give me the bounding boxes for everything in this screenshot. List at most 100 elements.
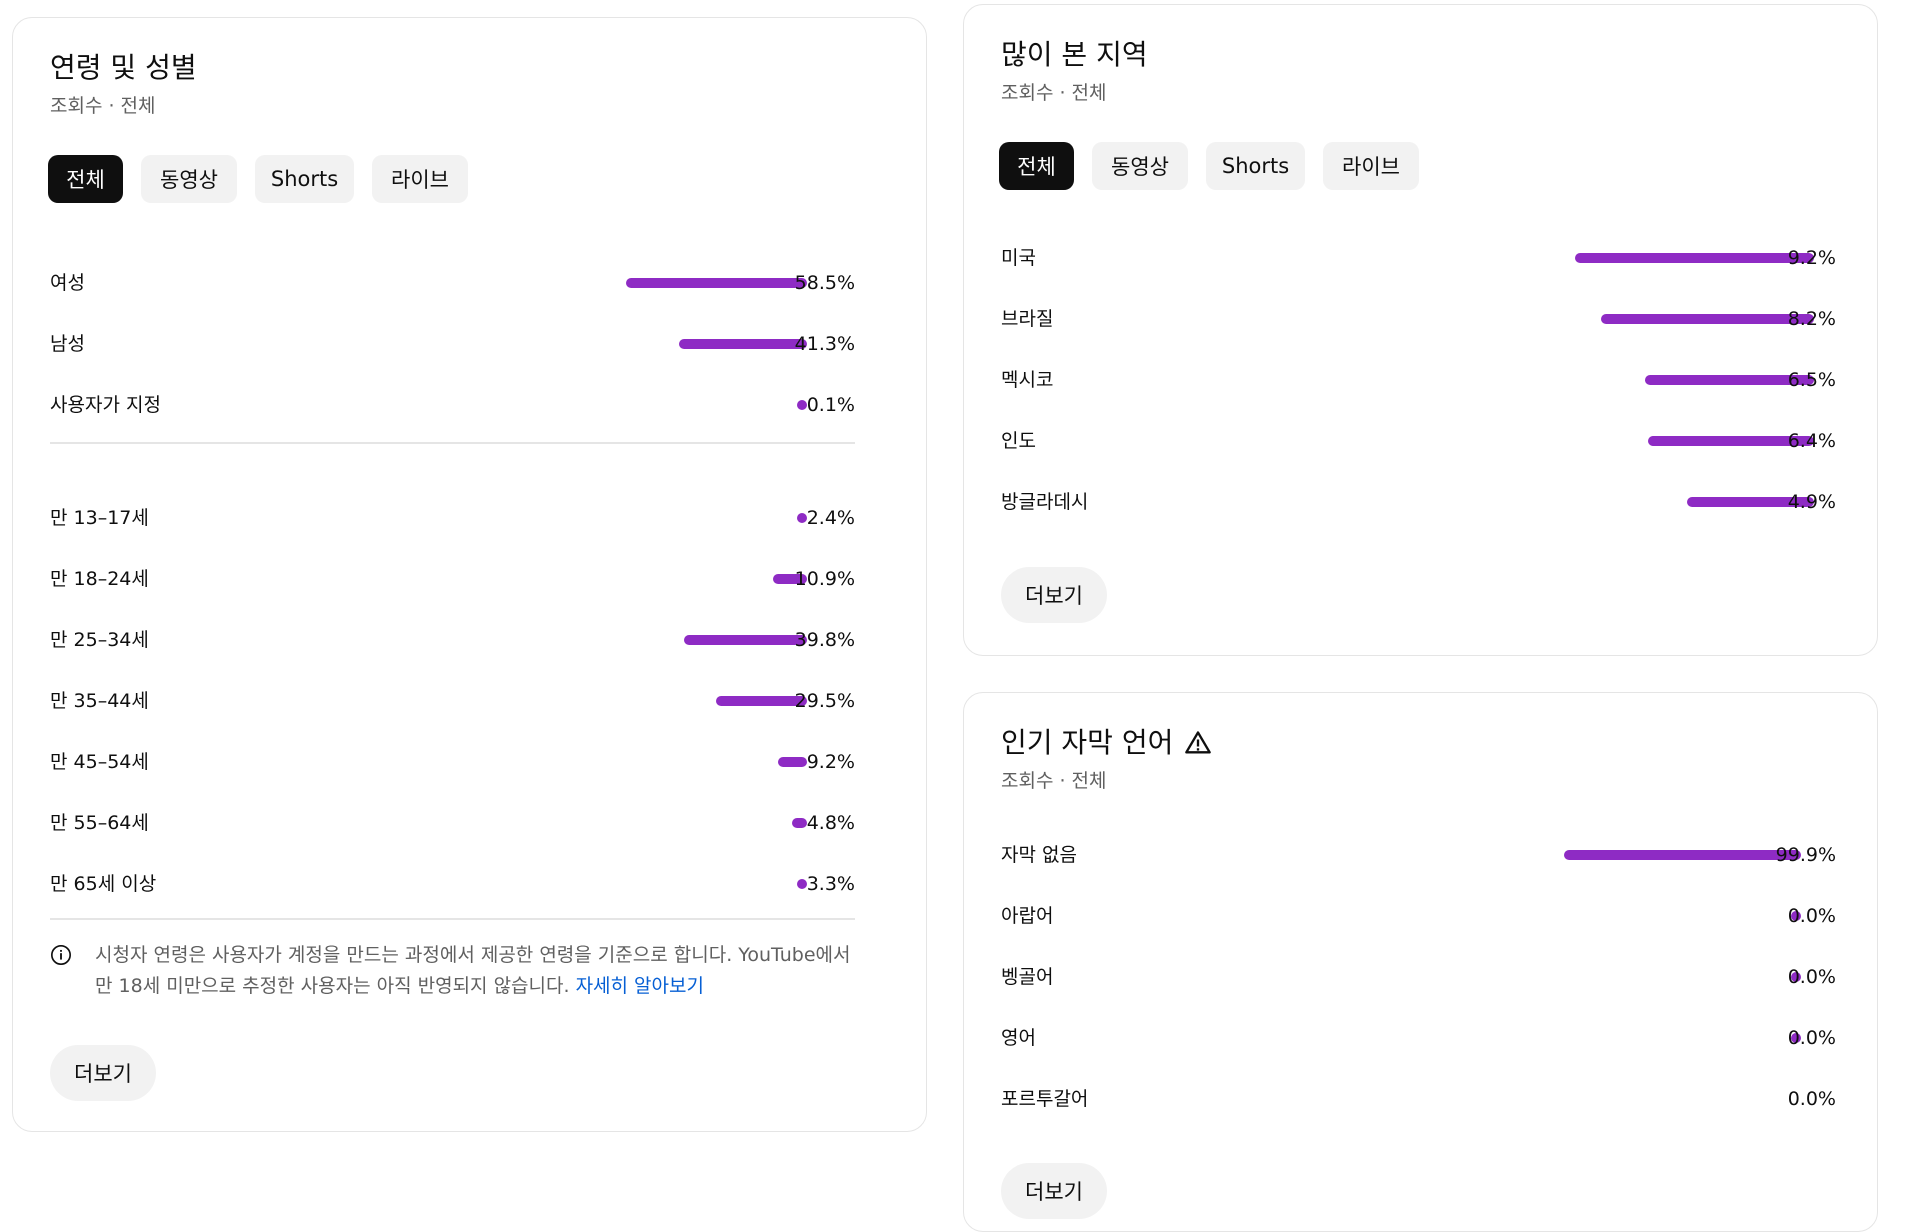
age-gender-more-button[interactable]: 더보기	[50, 1045, 156, 1101]
bar-row: 영어 0.0%	[1001, 1023, 1836, 1053]
bar-row: 만 35–44세 29.5%	[50, 686, 855, 716]
row-label: 만 35–44세	[50, 690, 149, 712]
row-label: 사용자가 지정	[50, 394, 161, 416]
chip-videos[interactable]: 동영상	[141, 155, 237, 203]
row-value: 9.2%	[806, 751, 855, 773]
row-value: 8.2%	[1787, 308, 1836, 330]
age-gender-card: 연령 및 성별 조회수 · 전체 전체 동영상 Shorts 라이브 시청자 연…	[12, 17, 927, 1132]
row-bar	[1564, 850, 1801, 860]
row-value: 10.9%	[794, 568, 855, 590]
row-value: 39.8%	[794, 629, 855, 651]
row-value: 58.5%	[794, 272, 855, 294]
row-value: 0.0%	[1787, 1027, 1836, 1049]
age-disclaimer-note: 시청자 연령은 사용자가 계정을 만드는 과정에서 제공한 연령을 기준으로 합…	[95, 940, 860, 1002]
subtitle-languages-card: 인기 자막 언어 조회수 · 전체 더보기 자막 없음 99.9% 아랍어 0.0% 벵…	[963, 692, 1878, 1232]
row-label: 멕시코	[1001, 369, 1054, 391]
row-bar	[797, 513, 807, 523]
row-label: 여성	[50, 272, 85, 294]
bar-row: 포르투갈어 0.0%	[1001, 1084, 1836, 1114]
row-bar	[715, 696, 807, 706]
row-label: 방글라데시	[1001, 491, 1089, 513]
chip-all[interactable]: 전체	[999, 142, 1074, 190]
subtitle-languages-more-button[interactable]: 더보기	[1001, 1163, 1107, 1219]
row-label: 만 55–64세	[50, 812, 149, 834]
bar-row: 만 65세 이상 3.3%	[50, 869, 855, 899]
row-bar	[792, 818, 807, 828]
age-note-divider	[50, 918, 855, 920]
chip-videos[interactable]: 동영상	[1092, 142, 1188, 190]
row-label: 포르투갈어	[1001, 1088, 1089, 1110]
age-gender-filter-chips: 전체 동영상 Shorts 라이브	[48, 155, 468, 203]
chip-live[interactable]: 라이브	[372, 155, 468, 203]
bar-row: 자막 없음 99.9%	[1001, 840, 1836, 870]
bar-row: 브라질 8.2%	[1001, 304, 1836, 334]
bar-row: 만 55–64세 4.8%	[50, 808, 855, 838]
subtitle-languages-title: 인기 자막 언어	[1001, 725, 1173, 761]
row-value: 4.8%	[806, 812, 855, 834]
bar-row: 멕시코 6.5%	[1001, 365, 1836, 395]
row-value: 3.3%	[806, 873, 855, 895]
age-disclaimer-text: 시청자 연령은 사용자가 계정을 만드는 과정에서 제공한 연령을 기준으로 합…	[95, 944, 851, 997]
row-bar	[796, 879, 807, 889]
top-regions-more-button[interactable]: 더보기	[1001, 567, 1107, 623]
row-value: 9.2%	[1787, 247, 1836, 269]
learn-more-link[interactable]: 자세히 알아보기	[576, 975, 704, 997]
row-label: 만 25–34세	[50, 629, 149, 651]
top-regions-card: 많이 본 지역 조회수 · 전체 전체 동영상 Shorts 라이브 더보기 미…	[963, 4, 1878, 656]
subtitle-languages-subtitle: 조회수 · 전체	[1001, 770, 1107, 792]
row-bar	[1574, 253, 1814, 263]
row-value: 0.0%	[1787, 1088, 1836, 1110]
row-value: 0.1%	[806, 394, 855, 416]
row-bar	[778, 757, 807, 767]
bar-row: 미국 9.2%	[1001, 243, 1836, 273]
gender-age-divider	[50, 442, 855, 444]
row-value: 29.5%	[794, 690, 855, 712]
row-label: 영어	[1001, 1027, 1036, 1049]
row-label: 브라질	[1001, 308, 1054, 330]
chip-shorts[interactable]: Shorts	[1206, 142, 1305, 190]
row-label: 미국	[1001, 247, 1036, 269]
row-bar	[678, 339, 807, 349]
bar-row: 만 18–24세 10.9%	[50, 564, 855, 594]
top-regions-subtitle: 조회수 · 전체	[1001, 82, 1107, 104]
subtitle-languages-title-text: 인기 자막 언어	[1001, 726, 1174, 759]
row-value: 99.9%	[1775, 844, 1836, 866]
row-label: 만 65세 이상	[50, 873, 157, 895]
bar-row: 여성 58.5%	[50, 268, 855, 298]
bar-row: 벵골어 0.0%	[1001, 962, 1836, 992]
row-value: 0.0%	[1787, 905, 1836, 927]
chip-shorts[interactable]: Shorts	[255, 155, 354, 203]
row-label: 자막 없음	[1001, 844, 1077, 866]
row-label: 남성	[50, 333, 85, 355]
row-label: 벵골어	[1001, 966, 1054, 988]
bar-row: 인도 6.4%	[1001, 426, 1836, 456]
row-value: 41.3%	[794, 333, 855, 355]
bar-row: 사용자가 지정 0.1%	[50, 390, 855, 420]
chip-all[interactable]: 전체	[48, 155, 123, 203]
row-bar	[683, 635, 807, 645]
top-regions-filter-chips: 전체 동영상 Shorts 라이브	[999, 142, 1419, 190]
row-value: 2.4%	[806, 507, 855, 529]
row-label: 만 13–17세	[50, 507, 149, 529]
row-bar	[797, 400, 807, 410]
row-label: 만 45–54세	[50, 751, 149, 773]
age-gender-title: 연령 및 성별	[50, 51, 197, 84]
bar-row: 아랍어 0.0%	[1001, 901, 1836, 931]
row-value: 4.9%	[1787, 491, 1836, 513]
info-icon	[51, 945, 71, 965]
row-label: 인도	[1001, 430, 1036, 452]
chip-live[interactable]: 라이브	[1323, 142, 1419, 190]
row-bar	[1600, 314, 1814, 324]
age-gender-subtitle: 조회수 · 전체	[50, 95, 156, 117]
row-label: 아랍어	[1001, 905, 1054, 927]
row-bar	[625, 278, 807, 288]
bar-row: 만 13–17세 2.4%	[50, 503, 855, 533]
bar-row: 만 25–34세 39.8%	[50, 625, 855, 655]
row-value: 6.5%	[1787, 369, 1836, 391]
bar-row: 방글라데시 4.9%	[1001, 487, 1836, 517]
bar-row: 만 45–54세 9.2%	[50, 747, 855, 777]
top-regions-title: 많이 본 지역	[1001, 38, 1148, 71]
warning-icon[interactable]	[1184, 729, 1212, 757]
row-value: 6.4%	[1787, 430, 1836, 452]
row-label: 만 18–24세	[50, 568, 149, 590]
